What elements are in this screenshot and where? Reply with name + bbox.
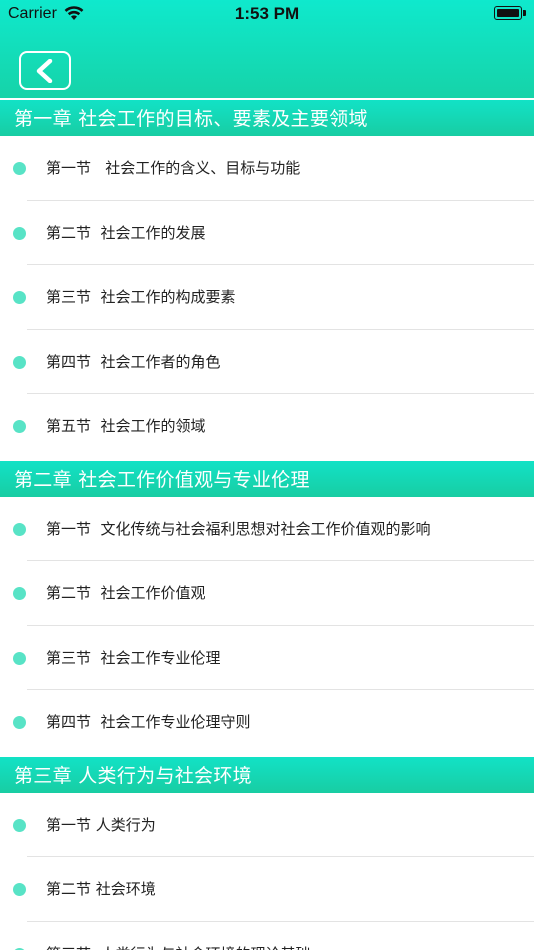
list-item[interactable]: 第二节 社会环境 — [0, 857, 534, 922]
list-item[interactable]: 第一节 社会工作的含义、目标与功能 — [0, 136, 534, 201]
back-button[interactable] — [19, 51, 71, 90]
section-label: 第四节 社会工作专业伦理守则 — [46, 713, 251, 731]
section-label: 第二节 社会环境 — [46, 880, 156, 898]
bullet-dot-icon — [13, 883, 26, 896]
bullet-dot-icon — [13, 818, 26, 832]
clock: 1:53 PM — [234, 4, 300, 23]
section-label: 第五节 社会工作的领域 — [46, 417, 206, 435]
section-label: 第一节 人类行为 — [46, 815, 156, 834]
list-item[interactable]: 第一节 人类行为 — [0, 793, 534, 857]
list-item[interactable]: 第二节 社会工作的发展 — [0, 201, 534, 265]
list-item[interactable]: 第三节 人类行为与社会环境的理论基础 — [0, 922, 534, 950]
battery-icon — [494, 6, 526, 20]
chapter-header: 第二章 社会工作价值观与专业伦理 — [0, 458, 534, 497]
bullet-dot-icon — [13, 587, 26, 600]
list-item[interactable]: 第一节 文化传统与社会福利思想对社会工作价值观的影响 — [0, 497, 534, 561]
chevron-left-icon — [36, 59, 53, 83]
chapter-list: 第一章 社会工作的目标、要素及主要领域第一节 社会工作的含义、目标与功能 第二节 … — [0, 98, 534, 950]
section-label: 第三节 社会工作的构成要素 — [46, 288, 236, 306]
bullet-dot-icon — [13, 522, 26, 536]
bullet-dot-icon — [13, 716, 26, 729]
list-item[interactable]: 第三节 社会工作的构成要素 — [0, 265, 534, 330]
bullet-dot-icon — [13, 162, 26, 175]
bullet-dot-icon — [13, 291, 26, 304]
section-label: 第三节 人类行为与社会环境的理论基础 — [46, 922, 311, 950]
list-item[interactable]: 第三节 社会工作专业伦理 — [0, 626, 534, 690]
chapter-header: 第一章 社会工作的目标、要素及主要领域 — [0, 98, 534, 136]
section-label: 第一节 社会工作的含义、目标与功能 — [46, 159, 301, 177]
app-screen: Carrier 1:53 PM 第一章 社会工作的目标、要素及主要领域第一节 社… — [0, 0, 534, 950]
navigation-bar: Carrier 1:53 PM — [0, 0, 534, 98]
bullet-dot-icon — [13, 226, 26, 240]
list-item[interactable]: 第四节 社会工作者的角色 — [0, 330, 534, 394]
section-label: 第三节 社会工作专业伦理 — [46, 648, 221, 667]
chapter-header: 第三章 人类行为与社会环境 — [0, 754, 534, 793]
list-item[interactable]: 第五节 社会工作的领域 — [0, 394, 534, 459]
list-item[interactable]: 第二节 社会工作价值观 — [0, 561, 534, 626]
section-label: 第一节 文化传统与社会福利思想对社会工作价值观的影响 — [46, 519, 431, 538]
bullet-dot-icon — [13, 651, 26, 665]
section-label: 第二节 社会工作的发展 — [46, 223, 206, 242]
bullet-dot-icon — [13, 355, 26, 369]
section-label: 第二节 社会工作价值观 — [46, 584, 206, 602]
bullet-dot-icon — [13, 420, 26, 433]
section-label: 第四节 社会工作者的角色 — [46, 352, 221, 371]
status-bar: Carrier 1:53 PM — [0, 0, 534, 28]
list-item[interactable]: 第四节 社会工作专业伦理守则 — [0, 690, 534, 755]
